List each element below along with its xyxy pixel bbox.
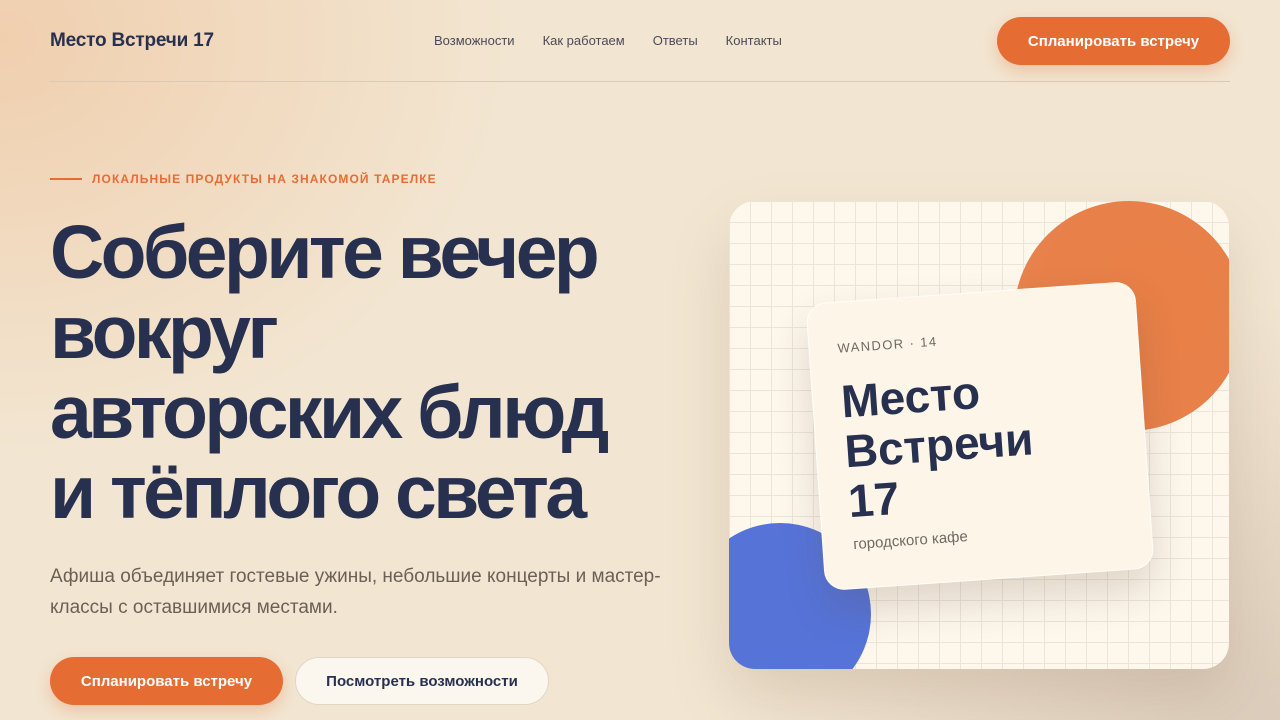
hero-eyebrow: ЛОКАЛЬНЫЕ ПРОДУКТЫ НА ЗНАКОМОЙ ТАРЕЛКЕ <box>50 172 437 186</box>
main-nav: Возможности Как работаем Ответы Контакты <box>434 33 782 48</box>
nav-link-how-it-works[interactable]: Как работаем <box>543 33 625 48</box>
venue-card: WANDOR · 14 Место Встречи 17 городского … <box>805 280 1155 592</box>
view-features-button[interactable]: Посмотреть возможности <box>295 657 549 705</box>
hero-visual: WANDOR · 14 Место Встречи 17 городского … <box>729 201 1229 669</box>
card-tag: WANDOR · 14 <box>837 333 938 356</box>
header-plan-meeting-button[interactable]: Спланировать встречу <box>997 17 1230 65</box>
hero-headline: Соберите вечер вокруг авторских блюд и т… <box>50 212 690 532</box>
eyebrow-text: ЛОКАЛЬНЫЕ ПРОДУКТЫ НА ЗНАКОМОЙ ТАРЕЛКЕ <box>92 172 437 186</box>
hero-subtitle: Афиша объединяет гостевые ужины, небольш… <box>50 566 661 618</box>
headline-line: и тёплого света <box>50 450 587 534</box>
card-title-line: 17 <box>846 471 902 528</box>
headline-line: вокруг <box>50 290 279 374</box>
eyebrow-line <box>50 178 82 180</box>
site-header: Место Встречи 17 Возможности Как работае… <box>50 0 1230 82</box>
hero-plan-meeting-button[interactable]: Спланировать встречу <box>50 657 283 705</box>
nav-link-contacts[interactable]: Контакты <box>726 33 782 48</box>
headline-line: авторских блюд <box>50 370 609 454</box>
nav-link-faq[interactable]: Ответы <box>653 33 698 48</box>
nav-link-features[interactable]: Возможности <box>434 33 515 48</box>
headline-line: Соберите вечер <box>50 210 600 294</box>
card-subtitle: городского кафе <box>852 528 969 554</box>
site-logo[interactable]: Место Встречи 17 <box>50 30 214 52</box>
card-title: Место Встречи 17 <box>839 359 1110 528</box>
